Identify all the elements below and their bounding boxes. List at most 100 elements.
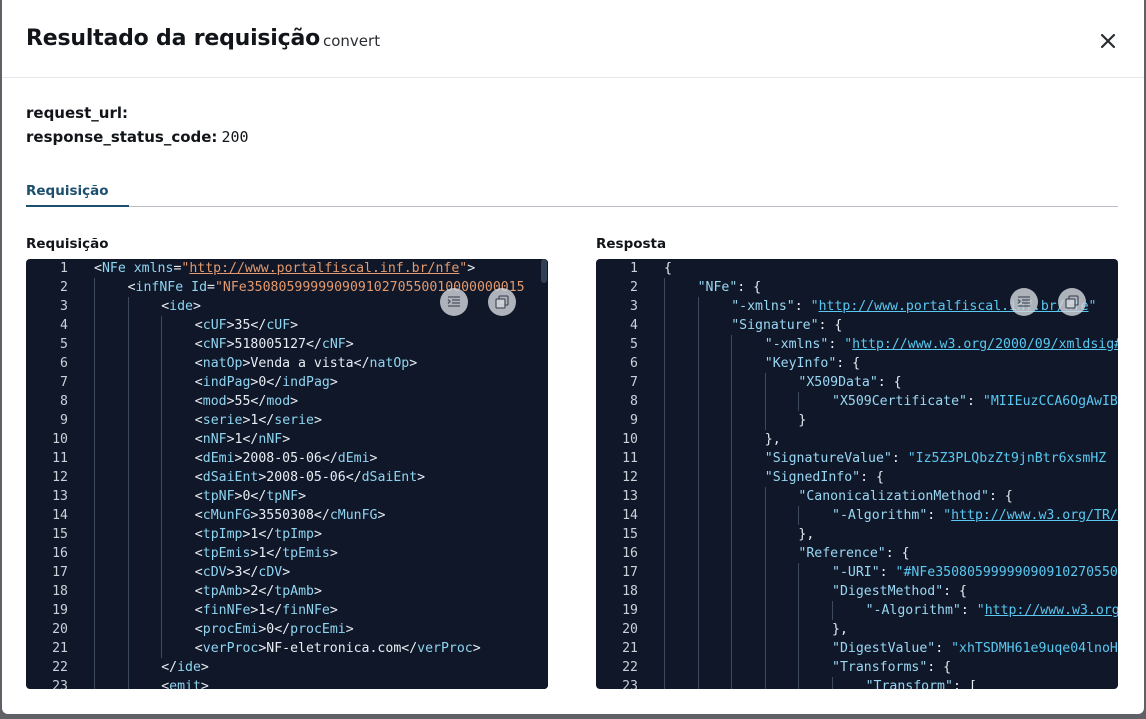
code-token: > [313,413,322,428]
code-line: <cNF>518005127</cNF> [94,335,540,354]
line-number: 6 [630,356,638,371]
indent-guide [697,639,699,658]
indent-guide [731,677,733,689]
indent-guide [161,335,163,354]
line-number: 12 [52,470,68,485]
code-token: cDV [202,565,227,580]
line-number: 2 [60,280,68,295]
code-token: : [966,394,983,409]
indent-guide [161,620,163,639]
close-button[interactable] [1096,29,1120,53]
indent-guide [697,316,699,335]
code-token: http://www.portalfiscal.inf.br/nfe [818,299,1089,314]
indent-guide [161,544,163,563]
code-token: < [194,489,203,504]
code-token: cMunFG [202,508,251,523]
indent-guide [127,487,129,506]
line-number: 3 [630,299,638,314]
indent-guide [664,658,665,677]
indent-guide [127,297,129,316]
copy-code-button[interactable] [488,288,516,316]
code-token: > [313,584,322,599]
indent-guide [664,487,665,506]
line-number: 15 [52,527,68,542]
line-number: 8 [630,394,638,409]
code-token: serie [202,413,243,428]
code-line: "SignatureValue": "Iz5Z3PLQbzZt9jnBtr6xs… [664,449,1118,468]
code-token: "#NFe35080599999090910270550010 [895,565,1118,580]
code-line: "CanonicalizationMethod": { [664,487,1118,506]
code-token: nNF [258,432,283,447]
code-token: verProc [202,641,259,656]
code-token: " [976,603,985,618]
indent-guide [161,392,163,411]
code-token: "SignatureValue" [764,451,892,466]
code-token: indPag [282,375,330,390]
indent-guide [697,487,699,506]
copy-code-button[interactable] [1058,288,1086,316]
indent-guide [664,392,665,411]
code-line: <nNF>1</nNF> [94,430,540,449]
indent-guide [94,297,95,316]
indent-guide [127,620,129,639]
code-line: <procEmi>0</procEmi> [94,620,540,639]
code-token: "NFe35080599999090910270550010000000015 [214,280,525,295]
line-number: 2 [630,280,638,295]
line-number: 5 [630,337,638,352]
indent-guide [94,487,95,506]
code-token: "-xmlns" [731,299,795,314]
code-token: tpAmb [274,584,314,599]
vertical-scrollbar[interactable] [540,259,548,689]
code-token: dEmi [337,451,370,466]
format-code-icon [447,296,460,307]
line-number: 23 [622,679,638,689]
indent-guide [697,468,699,487]
code-line: "KeyInfo": { [664,354,1118,373]
line-number: 15 [622,527,638,542]
indent-guide [161,430,163,449]
indent-guide [664,525,665,544]
tab-requisicao[interactable]: Requisição [26,183,129,207]
code-token: "xhTSDMH61e9uqe04lnoHT [951,641,1118,656]
line-number: 18 [52,584,68,599]
code-token: < [127,280,136,295]
code-token: nNF [202,432,227,447]
indent-guide [664,297,665,316]
code-token: "Transform" [865,679,953,689]
code-token: < [194,432,203,447]
code-token: " [1088,299,1097,314]
code-token: </ [242,432,259,447]
line-number: 16 [52,546,68,561]
line-number: 4 [630,318,638,333]
line-number: 7 [60,375,68,390]
format-code-button[interactable] [440,288,468,316]
code-line: "NFe": { [664,278,1118,297]
indent-guide [731,487,733,506]
line-number: 7 [630,375,638,390]
line-number: 13 [52,489,68,504]
code-token: > [226,432,235,447]
line-number: 1 [630,261,638,276]
indent-guide [731,506,733,525]
code-line: }, [664,620,1118,639]
indent-guide [764,506,766,525]
response-code-editor[interactable]: 1 2 3 4 5 6 7 8 9 10 11 12 13 14 15 16 17 18 19 20 21 22 23 {"… [596,259,1118,689]
indent-guide [94,468,95,487]
indent-guide [731,620,733,639]
code-token: }, [798,527,815,542]
code-line: "DigestValue": "xhTSDMH61e9uqe04lnoHT [664,639,1118,658]
line-number: 12 [622,470,638,485]
line-number: 21 [52,641,68,656]
code-token: tpNF [266,489,299,504]
indent-guide [161,316,163,335]
scrollbar-thumb[interactable] [541,259,547,283]
code-line: }, [664,430,1118,449]
format-code-button[interactable] [1010,288,1038,316]
line-number-gutter: 1 2 3 4 5 6 7 8 9 10 11 12 13 14 15 16 17 18 19 20 21 22 23 [596,259,652,689]
code-token: > [200,679,209,689]
indent-guide [798,677,800,689]
code-token: : [927,508,944,523]
code-line: "-xmlns": "http://www.w3.org/2000/09/xml… [664,335,1118,354]
request-code-editor[interactable]: 1 2 3 4 5 6 7 8 9 10 11 12 13 14 15 16 17 18 19 20 21 22 23 <N… [26,259,548,689]
code-token: "Transforms" [832,660,928,675]
